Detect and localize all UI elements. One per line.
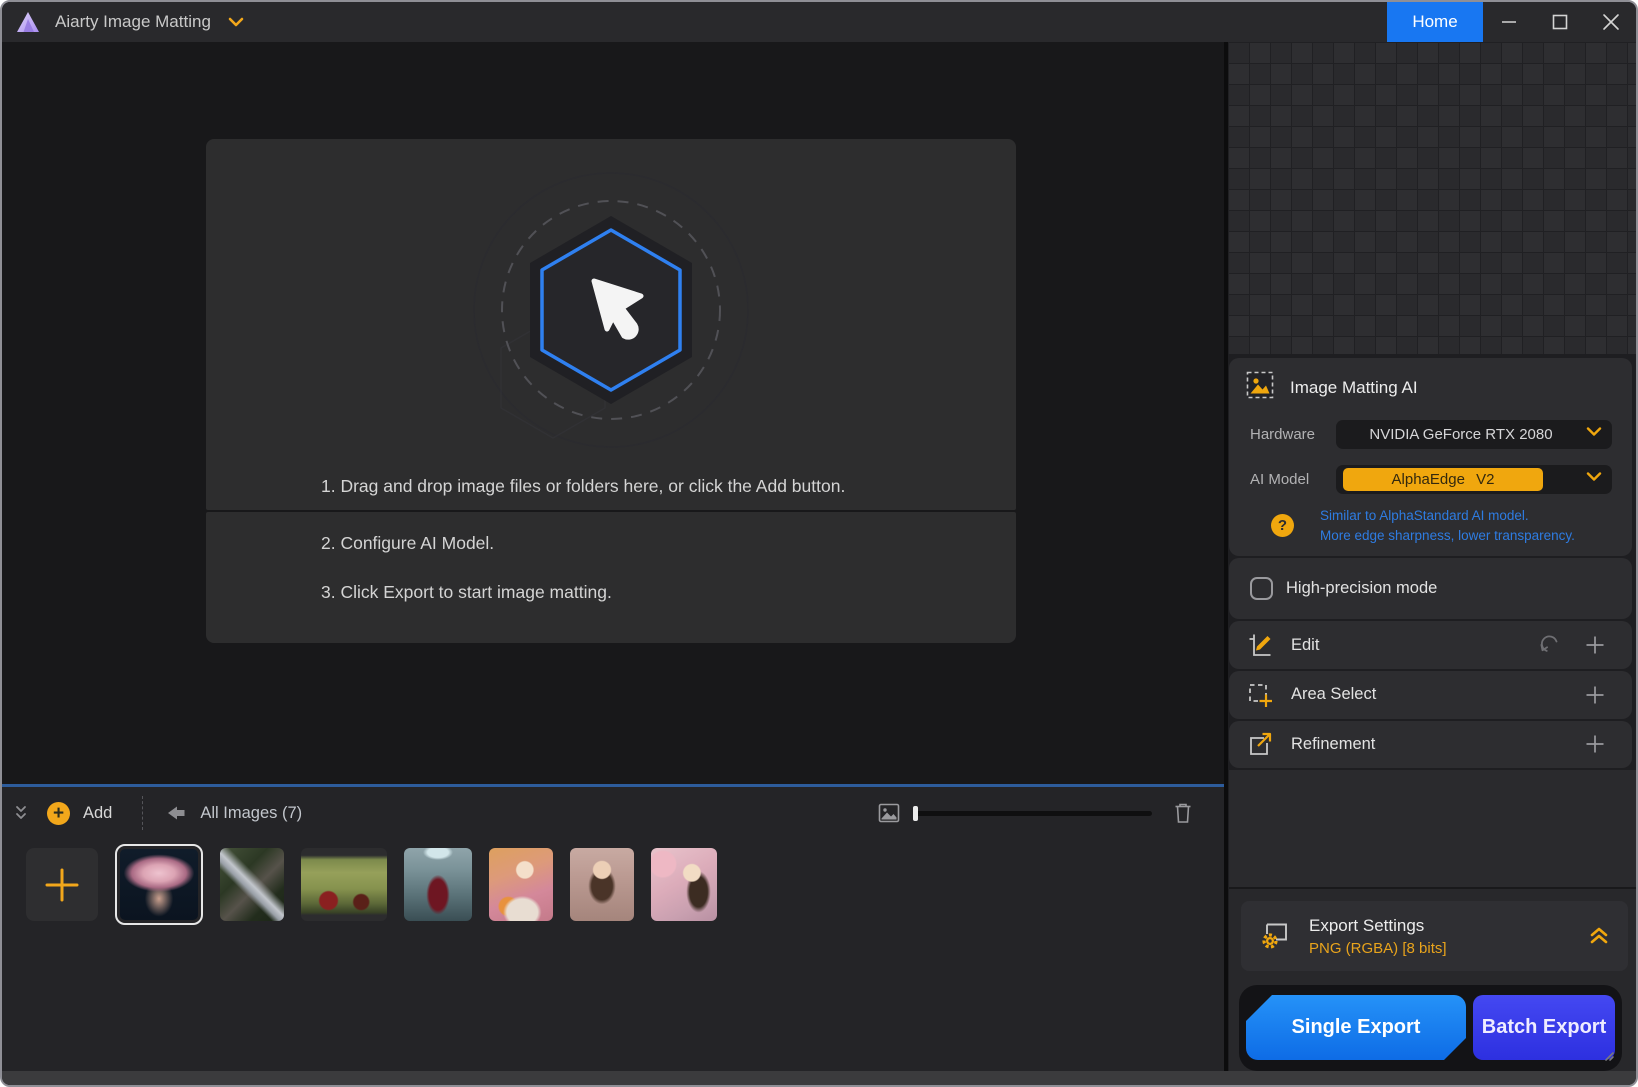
tool-row-refinement[interactable]: Refinement (1229, 721, 1632, 769)
high-precision-label: High-precision mode (1286, 579, 1437, 598)
batch-export-button[interactable]: Batch Export (1473, 995, 1615, 1060)
image-filter-label[interactable]: All Images (7) (200, 804, 302, 823)
model-note-row: ? Similar to AlphaStandard AI model. Mor… (1229, 506, 1632, 546)
export-settings-texts: Export Settings PNG (RGBA) [8 bits] (1309, 916, 1447, 957)
edit-icon (1246, 631, 1274, 659)
high-precision-row: High-precision mode (1229, 558, 1632, 619)
ai-model-label: AI Model (1250, 471, 1336, 488)
back-arrow-icon[interactable] (165, 804, 187, 822)
main-content: 1. Drag and drop image files or folders … (2, 42, 1636, 1071)
plus-icon[interactable] (1584, 684, 1606, 706)
add-button-label: Add (83, 804, 112, 823)
minimize-button[interactable] (1483, 2, 1534, 42)
hexagon-cursor-graphic (461, 160, 761, 460)
tool-label-area-select: Area Select (1291, 685, 1376, 704)
tool-label-edit: Edit (1291, 636, 1319, 655)
preview-canvas: 1. Drag and drop image files or folders … (2, 42, 1224, 784)
image-list-panel: + Add All Images (7) (2, 787, 1224, 1071)
export-settings-card[interactable]: Export Settings PNG (RGBA) [8 bits] (1241, 901, 1628, 971)
area-select-icon (1246, 681, 1274, 709)
image-matting-icon (1246, 371, 1274, 404)
thumbnail-zoom-slider[interactable] (913, 811, 1152, 816)
home-button[interactable]: Home (1387, 2, 1483, 42)
export-buttons-container: Single Export Batch Export (1239, 985, 1622, 1071)
thumbnail-woman-red-dress[interactable] (404, 848, 472, 921)
hardware-value: NVIDIA GeForce RTX 2080 (1369, 426, 1578, 443)
panel-lower-area: Export Settings PNG (RGBA) [8 bits] Sing… (1229, 770, 1636, 1071)
title-chevron-icon[interactable] (228, 17, 244, 27)
help-icon[interactable]: ? (1271, 514, 1294, 537)
thumbnail-mountain-bike[interactable] (301, 848, 387, 921)
dropzone-instructions: 2. Configure AI Model. 3. Click Export t… (206, 512, 1016, 643)
section-header: Image Matting AI (1229, 371, 1632, 404)
model-note: Similar to AlphaStandard AI model. More … (1320, 506, 1575, 546)
tool-label-refinement: Refinement (1291, 735, 1375, 754)
instruction-step-3: 3. Click Export to start image matting. (321, 582, 1016, 603)
export-dock: Export Settings PNG (RGBA) [8 bits] Sing… (1229, 887, 1636, 1071)
image-matting-section: Image Matting AI Hardware NVIDIA GeForce… (1229, 358, 1632, 556)
export-settings-icon (1257, 916, 1293, 957)
refinement-icon (1246, 730, 1274, 758)
chevron-down-icon (1586, 472, 1602, 482)
hardware-row: Hardware NVIDIA GeForce RTX 2080 (1229, 420, 1632, 449)
dropzone[interactable]: 1. Drag and drop image files or folders … (206, 139, 1016, 643)
app-logo-icon (15, 10, 41, 34)
refinement-actions (1584, 733, 1606, 755)
toolbar-right-group (877, 801, 1194, 825)
single-export-button[interactable]: Single Export (1246, 995, 1466, 1060)
model-note-line2: More edge sharpness, lower transparency. (1320, 526, 1575, 546)
hardware-label: Hardware (1250, 426, 1336, 443)
add-images-button[interactable]: + Add (47, 802, 112, 825)
zoom-slider-handle[interactable] (913, 806, 918, 821)
ai-model-row: AI Model AlphaEdge V2 (1229, 465, 1632, 494)
trash-icon[interactable] (1172, 801, 1194, 825)
add-image-tile[interactable] (26, 848, 98, 921)
instruction-step-1: 1. Drag and drop image files or folders … (321, 476, 845, 497)
image-size-icon[interactable] (877, 801, 901, 825)
thumbnail-woman-floral[interactable] (651, 848, 717, 921)
export-format-value: PNG (RGBA) [8 bits] (1309, 940, 1447, 957)
toolbar-divider (142, 796, 143, 830)
workspace-column: 1. Drag and drop image files or folders … (2, 42, 1224, 1071)
ai-model-dropdown[interactable]: AlphaEdge V2 (1336, 465, 1612, 494)
ai-model-value: AlphaEdge V2 (1343, 468, 1543, 491)
maximize-button[interactable] (1534, 2, 1585, 42)
app-window: Aiarty Image Matting Home (0, 0, 1638, 1087)
window-footer-strip (2, 1071, 1636, 1085)
thumbnail-woman-with-bouquet[interactable] (489, 848, 553, 921)
edit-actions (1536, 632, 1606, 658)
hardware-dropdown[interactable]: NVIDIA GeForce RTX 2080 (1336, 420, 1612, 449)
instruction-step-2: 2. Configure AI Model. (321, 533, 1016, 554)
thumbnail-woman-portrait[interactable] (570, 848, 634, 921)
dropzone-drop-area[interactable]: 1. Drag and drop image files or folders … (206, 139, 1016, 510)
settings-panel: Image Matting AI Hardware NVIDIA GeForce… (1228, 42, 1636, 1071)
high-precision-checkbox[interactable] (1250, 577, 1273, 600)
thumbnail-strip (26, 844, 1224, 925)
tool-row-area-select[interactable]: Area Select (1229, 671, 1632, 719)
export-settings-title: Export Settings (1309, 916, 1447, 936)
thumbnail-jellyfish[interactable] (115, 844, 203, 925)
plus-icon[interactable] (1584, 634, 1606, 656)
titlebar: Aiarty Image Matting Home (2, 2, 1636, 42)
app-title: Aiarty Image Matting (55, 12, 211, 32)
close-button[interactable] (1585, 2, 1636, 42)
area-select-actions (1584, 684, 1606, 706)
resize-grip-icon[interactable] (1598, 1046, 1616, 1067)
plus-icon[interactable] (1584, 733, 1606, 755)
chevron-down-icon (1586, 427, 1602, 437)
undo-icon[interactable] (1536, 632, 1562, 658)
thumbnail-jellyfish-image (120, 849, 198, 920)
add-icon: + (47, 802, 70, 825)
collapse-up-icon[interactable] (1588, 926, 1610, 946)
section-title: Image Matting AI (1290, 378, 1418, 398)
thumbnail-axe-in-forest[interactable] (220, 848, 284, 921)
tool-row-edit[interactable]: Edit (1229, 621, 1632, 669)
collapse-chevrons-icon[interactable] (14, 805, 28, 821)
image-list-toolbar: + Add All Images (7) (2, 797, 1224, 829)
transparency-checkerboard (1228, 42, 1636, 354)
model-note-line1: Similar to AlphaStandard AI model. (1320, 506, 1575, 526)
